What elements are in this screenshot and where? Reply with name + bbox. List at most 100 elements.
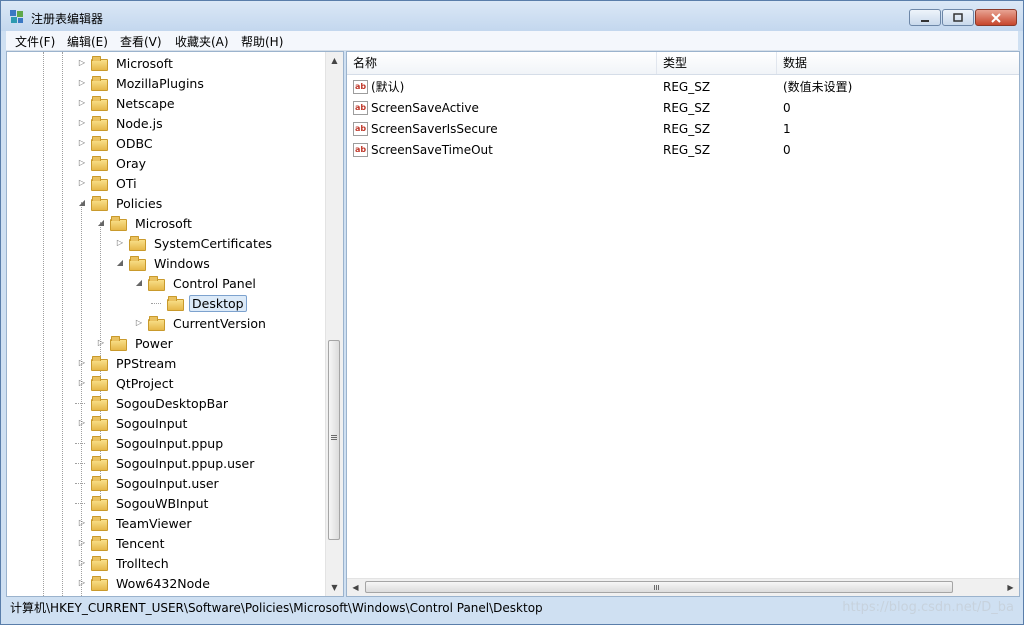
value-row[interactable]: ab ScreenSaveTimeOut REG_SZ 0 bbox=[347, 140, 1019, 161]
folder-icon bbox=[91, 555, 109, 571]
folder-icon bbox=[91, 455, 109, 471]
tree-node[interactable]: SogouInput.ppup.user bbox=[77, 453, 257, 473]
scroll-up-arrow-icon[interactable]: ▲ bbox=[326, 52, 343, 69]
folder-icon bbox=[91, 95, 109, 111]
value-type: REG_SZ bbox=[663, 80, 711, 94]
expand-arrow-icon[interactable]: ▷ bbox=[77, 378, 87, 388]
expand-arrow-icon[interactable]: ▷ bbox=[77, 58, 87, 68]
expand-arrow-icon[interactable]: ▷ bbox=[77, 518, 87, 528]
folder-icon bbox=[91, 135, 109, 151]
tree-node[interactable]: SogouWBInput bbox=[77, 493, 211, 513]
expand-arrow-icon[interactable]: ▷ bbox=[77, 98, 87, 108]
expand-arrow-icon[interactable]: ▷ bbox=[77, 138, 87, 148]
tree-node-label-selected: Desktop bbox=[189, 294, 247, 312]
tree-node[interactable]: ◢ Control Panel bbox=[134, 273, 259, 293]
tree-connector bbox=[77, 498, 87, 508]
expand-arrow-icon[interactable]: ▷ bbox=[77, 118, 87, 128]
tree-node[interactable]: ▷ OTi bbox=[77, 173, 140, 193]
tree-vertical-scrollbar[interactable]: ▲ ▼ bbox=[325, 52, 343, 596]
collapse-arrow-icon[interactable]: ◢ bbox=[77, 198, 87, 208]
folder-icon bbox=[148, 315, 166, 331]
minimize-icon bbox=[921, 19, 929, 22]
tree-connector bbox=[77, 398, 87, 408]
tree-connector bbox=[77, 478, 87, 488]
tree-node-label: Power bbox=[135, 335, 173, 351]
list-scroll-thumb[interactable] bbox=[365, 581, 953, 593]
tree-node[interactable]: ▷ Trolltech bbox=[77, 553, 172, 573]
expand-arrow-icon[interactable]: ▷ bbox=[77, 178, 87, 188]
folder-icon bbox=[167, 295, 185, 311]
tree-node[interactable]: ▷ CurrentVersion bbox=[134, 313, 269, 333]
menu-view[interactable]: 查看(V) bbox=[117, 33, 165, 50]
expand-arrow-icon[interactable]: ▷ bbox=[77, 78, 87, 88]
maximize-button[interactable] bbox=[942, 9, 974, 26]
tree-node[interactable]: ◢ Microsoft bbox=[96, 213, 195, 233]
folder-icon bbox=[91, 515, 109, 531]
tree-node[interactable]: ▷ SogouInput bbox=[77, 413, 190, 433]
tree-node-label: Trolltech bbox=[116, 555, 169, 571]
tree-node[interactable]: ▷ Power bbox=[96, 333, 176, 353]
tree-node[interactable]: ▷ QtProject bbox=[77, 373, 177, 393]
collapse-arrow-icon[interactable]: ◢ bbox=[134, 278, 144, 288]
folder-icon bbox=[110, 335, 128, 351]
tree-node[interactable]: ▷ ODBC bbox=[77, 133, 156, 153]
tree-node-label: Wow6432Node bbox=[116, 575, 210, 591]
value-name: ScreenSaveActive bbox=[371, 101, 479, 115]
expand-arrow-icon[interactable]: ▷ bbox=[115, 238, 125, 248]
tree-node[interactable]: ◢ Policies bbox=[77, 193, 165, 213]
tree-node[interactable]: SogouInput.ppup bbox=[77, 433, 226, 453]
ab-string-icon: ab bbox=[353, 143, 368, 157]
column-name[interactable]: 名称 bbox=[347, 52, 657, 74]
expand-arrow-icon[interactable]: ▷ bbox=[134, 318, 144, 328]
collapse-arrow-icon[interactable]: ◢ bbox=[115, 258, 125, 268]
tree-node[interactable]: ▷ PPStream bbox=[77, 353, 179, 373]
expand-arrow-icon[interactable]: ▷ bbox=[77, 418, 87, 428]
menu-edit[interactable]: 编辑(E) bbox=[64, 33, 111, 50]
expand-arrow-icon[interactable]: ▷ bbox=[96, 338, 106, 348]
close-button[interactable] bbox=[975, 9, 1017, 26]
scroll-left-arrow-icon[interactable]: ◀ bbox=[347, 579, 364, 596]
expand-arrow-icon[interactable]: ▷ bbox=[77, 358, 87, 368]
scroll-right-arrow-icon[interactable]: ▶ bbox=[1002, 579, 1019, 596]
scroll-down-arrow-icon[interactable]: ▼ bbox=[326, 579, 343, 596]
tree-node[interactable]: ▷ Netscape bbox=[77, 93, 178, 113]
menu-favorites[interactable]: 收藏夹(A) bbox=[172, 33, 232, 50]
folder-icon bbox=[91, 115, 109, 131]
expand-arrow-icon[interactable]: ▷ bbox=[77, 538, 87, 548]
tree-node-label: Netscape bbox=[116, 95, 175, 111]
tree-node[interactable]: ▷ Wow6432Node bbox=[77, 573, 213, 593]
value-row[interactable]: ab (默认) REG_SZ (数值未设置) bbox=[347, 77, 1019, 98]
value-row[interactable]: ab ScreenSaveActive REG_SZ 0 bbox=[347, 98, 1019, 119]
tree-node[interactable]: ▷ Node.js bbox=[77, 113, 166, 133]
tree-node[interactable]: ▷ MozillaPlugins bbox=[77, 73, 207, 93]
collapse-arrow-icon[interactable]: ◢ bbox=[96, 218, 106, 228]
column-type[interactable]: 类型 bbox=[657, 52, 777, 74]
tree-guide-line bbox=[43, 52, 44, 596]
expand-arrow-icon[interactable]: ▷ bbox=[77, 578, 87, 588]
folder-icon bbox=[91, 475, 109, 491]
menu-file[interactable]: 文件(F) bbox=[12, 33, 58, 50]
tree-node[interactable]: SogouInput.user bbox=[77, 473, 222, 493]
tree-node-label: SystemCertificates bbox=[154, 235, 273, 251]
registry-tree[interactable]: ▷ Microsoft ▷ MozillaPlugins ▷ Netscape ▷ Node.… bbox=[6, 51, 344, 597]
list-horizontal-scrollbar[interactable]: ◀ ▶ bbox=[347, 578, 1019, 596]
folder-icon bbox=[91, 575, 109, 591]
tree-scroll-thumb[interactable] bbox=[328, 340, 340, 540]
tree-node[interactable]: ▷ SystemCertificates bbox=[115, 233, 275, 253]
menu-bar: 文件(F) 编辑(E) 查看(V) 收藏夹(A) 帮助(H) bbox=[6, 31, 1018, 51]
ab-string-icon: ab bbox=[353, 101, 368, 115]
tree-node[interactable]: ▷ Tencent bbox=[77, 533, 168, 553]
tree-node[interactable]: ▷ TeamViewer bbox=[77, 513, 195, 533]
expand-arrow-icon[interactable]: ▷ bbox=[77, 558, 87, 568]
tree-node[interactable]: Desktop bbox=[153, 293, 247, 313]
tree-node[interactable]: ◢ Windows bbox=[115, 253, 213, 273]
tree-node[interactable]: ▷ Microsoft bbox=[77, 53, 176, 73]
value-row[interactable]: ab ScreenSaverIsSecure REG_SZ 1 bbox=[347, 119, 1019, 140]
expand-arrow-icon[interactable]: ▷ bbox=[77, 158, 87, 168]
tree-node[interactable]: ▷ Oray bbox=[77, 153, 149, 173]
tree-node-label: SogouInput.user bbox=[116, 475, 219, 491]
minimize-button[interactable] bbox=[909, 9, 941, 26]
tree-node[interactable]: SogouDesktopBar bbox=[77, 393, 231, 413]
menu-help[interactable]: 帮助(H) bbox=[238, 33, 286, 50]
column-data[interactable]: 数据 bbox=[777, 52, 1019, 74]
